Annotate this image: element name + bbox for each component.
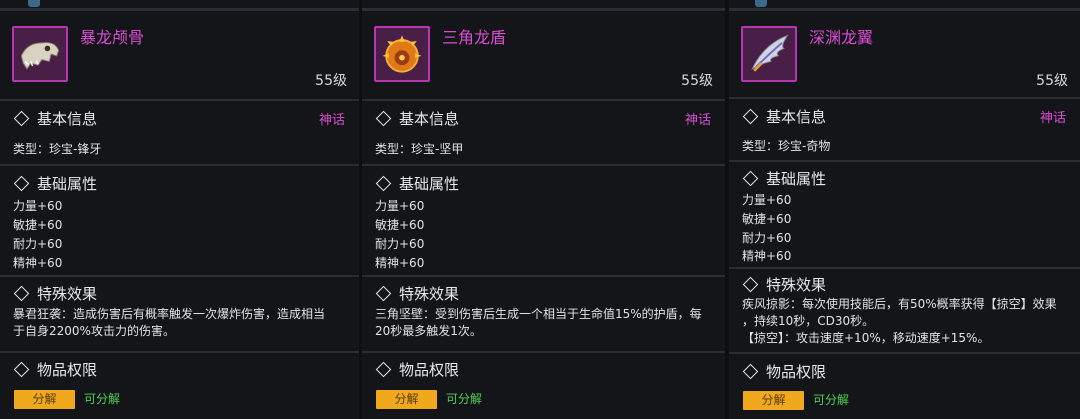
dragon-wing-icon: [741, 26, 797, 82]
item-type: 类型：珍宝-坚甲: [375, 142, 464, 156]
divider: [362, 275, 725, 277]
divider: [729, 267, 1080, 269]
panel-tab-marker: [755, 0, 767, 7]
attr-line: 精神+60: [742, 249, 792, 263]
divider: [0, 164, 359, 166]
section-title: 基础属性: [37, 175, 98, 193]
section-attributes: 基础属性: [375, 173, 460, 194]
section-title: 基础属性: [766, 170, 827, 188]
section-title: 物品权限: [37, 361, 98, 379]
section-title: 基本信息: [37, 110, 98, 128]
section-title: 基础属性: [399, 175, 460, 193]
triceratops-shield-icon: [374, 26, 430, 82]
section-title: 基本信息: [399, 110, 460, 128]
attr-line: 敏捷+60: [742, 212, 792, 226]
section-permissions: 物品权限: [375, 359, 460, 380]
decompose-button[interactable]: 分解: [14, 390, 75, 409]
rarity-label: 神话: [318, 113, 345, 128]
top-divider: [729, 8, 1080, 11]
diamond-icon: [13, 175, 30, 192]
attr-line: 敏捷+60: [375, 218, 425, 232]
effect-text: 暴君狂袭：造成伤害后有概率触发一次爆炸伤害，造成相当 于自身2200%攻击力的伤…: [13, 307, 326, 338]
section-effects: 特殊效果: [13, 283, 98, 304]
section-title: 基本信息: [766, 108, 827, 126]
divider: [0, 351, 359, 353]
item-header: 暴龙颅骨 55级: [0, 12, 359, 96]
attr-line: 耐力+60: [742, 231, 792, 245]
diamond-icon: [13, 285, 30, 302]
item-header: 深渊龙翼 55级: [729, 12, 1080, 96]
item-level: 55级: [681, 73, 713, 89]
item-type: 类型：珍宝-锋牙: [13, 142, 102, 156]
section-effects: 特殊效果: [375, 283, 460, 304]
section-title: 特殊效果: [37, 285, 98, 303]
section-title: 特殊效果: [399, 285, 460, 303]
attr-line: 敏捷+60: [13, 218, 63, 232]
diamond-icon: [375, 175, 392, 192]
item-tooltip-2: 三角龙盾 55级 基本信息 神话 类型：珍宝-坚甲 基础属性 力量+60 敏捷+…: [362, 0, 725, 419]
section-permissions: 物品权限: [13, 359, 98, 380]
decompose-button[interactable]: 分解: [743, 391, 804, 410]
diamond-icon: [375, 110, 392, 127]
decompose-status: 可分解: [813, 393, 850, 407]
attr-line: 精神+60: [375, 256, 425, 270]
diamond-icon: [375, 361, 392, 378]
section-attributes: 基础属性: [13, 173, 98, 194]
rarity-label: 神话: [684, 113, 711, 128]
section-permissions: 物品权限: [742, 361, 827, 382]
decompose-button[interactable]: 分解: [376, 390, 437, 409]
item-name: 三角龙盾: [442, 28, 507, 47]
divider: [729, 97, 1080, 99]
section-basic-info: 基本信息: [375, 108, 460, 129]
divider: [0, 99, 359, 101]
top-divider: [0, 8, 359, 11]
item-level: 55级: [1036, 73, 1068, 89]
rarity-label: 神话: [1039, 111, 1066, 126]
decompose-status: 可分解: [446, 392, 483, 406]
item-tooltip-1: 暴龙颅骨 55级 基本信息 神话 类型：珍宝-锋牙 基础属性 力量+60 敏捷+…: [0, 0, 359, 419]
effect-text: 三角坚壁：受到伤害后生成一个相当于生命值15%的护盾，每 20秒最多触发1次。: [375, 307, 702, 338]
section-basic-info: 基本信息: [13, 108, 98, 129]
diamond-icon: [742, 170, 759, 187]
divider: [729, 160, 1080, 162]
attr-line: 力量+60: [742, 193, 792, 207]
diamond-icon: [742, 363, 759, 380]
attr-line: 耐力+60: [375, 237, 425, 251]
attr-line: 力量+60: [375, 199, 425, 213]
section-title: 物品权限: [399, 361, 460, 379]
divider: [362, 351, 725, 353]
top-divider: [362, 8, 725, 11]
diamond-icon: [742, 276, 759, 293]
diamond-icon: [13, 361, 30, 378]
diamond-icon: [742, 108, 759, 125]
diamond-icon: [375, 285, 392, 302]
divider: [362, 99, 725, 101]
divider: [0, 275, 359, 277]
item-tooltip-3: 深渊龙翼 55级 基本信息 神话 类型：珍宝-奇物 基础属性 力量+60 敏捷+…: [729, 0, 1080, 419]
attr-line: 精神+60: [13, 256, 63, 270]
section-effects: 特殊效果: [742, 274, 827, 295]
item-name: 深渊龙翼: [809, 28, 874, 47]
dino-skull-icon: [12, 26, 68, 82]
section-title: 特殊效果: [766, 276, 827, 294]
attr-line: 耐力+60: [13, 237, 63, 251]
section-basic-info: 基本信息: [742, 106, 827, 127]
attr-line: 力量+60: [13, 199, 63, 213]
divider: [362, 164, 725, 166]
item-header: 三角龙盾 55级: [362, 12, 725, 96]
section-attributes: 基础属性: [742, 168, 827, 189]
item-name: 暴龙颅骨: [80, 28, 145, 47]
item-type: 类型：珍宝-奇物: [742, 139, 831, 153]
item-level: 55级: [315, 73, 347, 89]
section-title: 物品权限: [766, 363, 827, 381]
divider: [729, 352, 1080, 354]
decompose-status: 可分解: [84, 392, 121, 406]
panel-tab-marker: [28, 0, 40, 7]
effect-text: 疾风掠影：每次使用技能后，有50%概率获得【掠空】效果 ，持续10秒，CD30秒…: [742, 297, 1057, 345]
diamond-icon: [13, 110, 30, 127]
